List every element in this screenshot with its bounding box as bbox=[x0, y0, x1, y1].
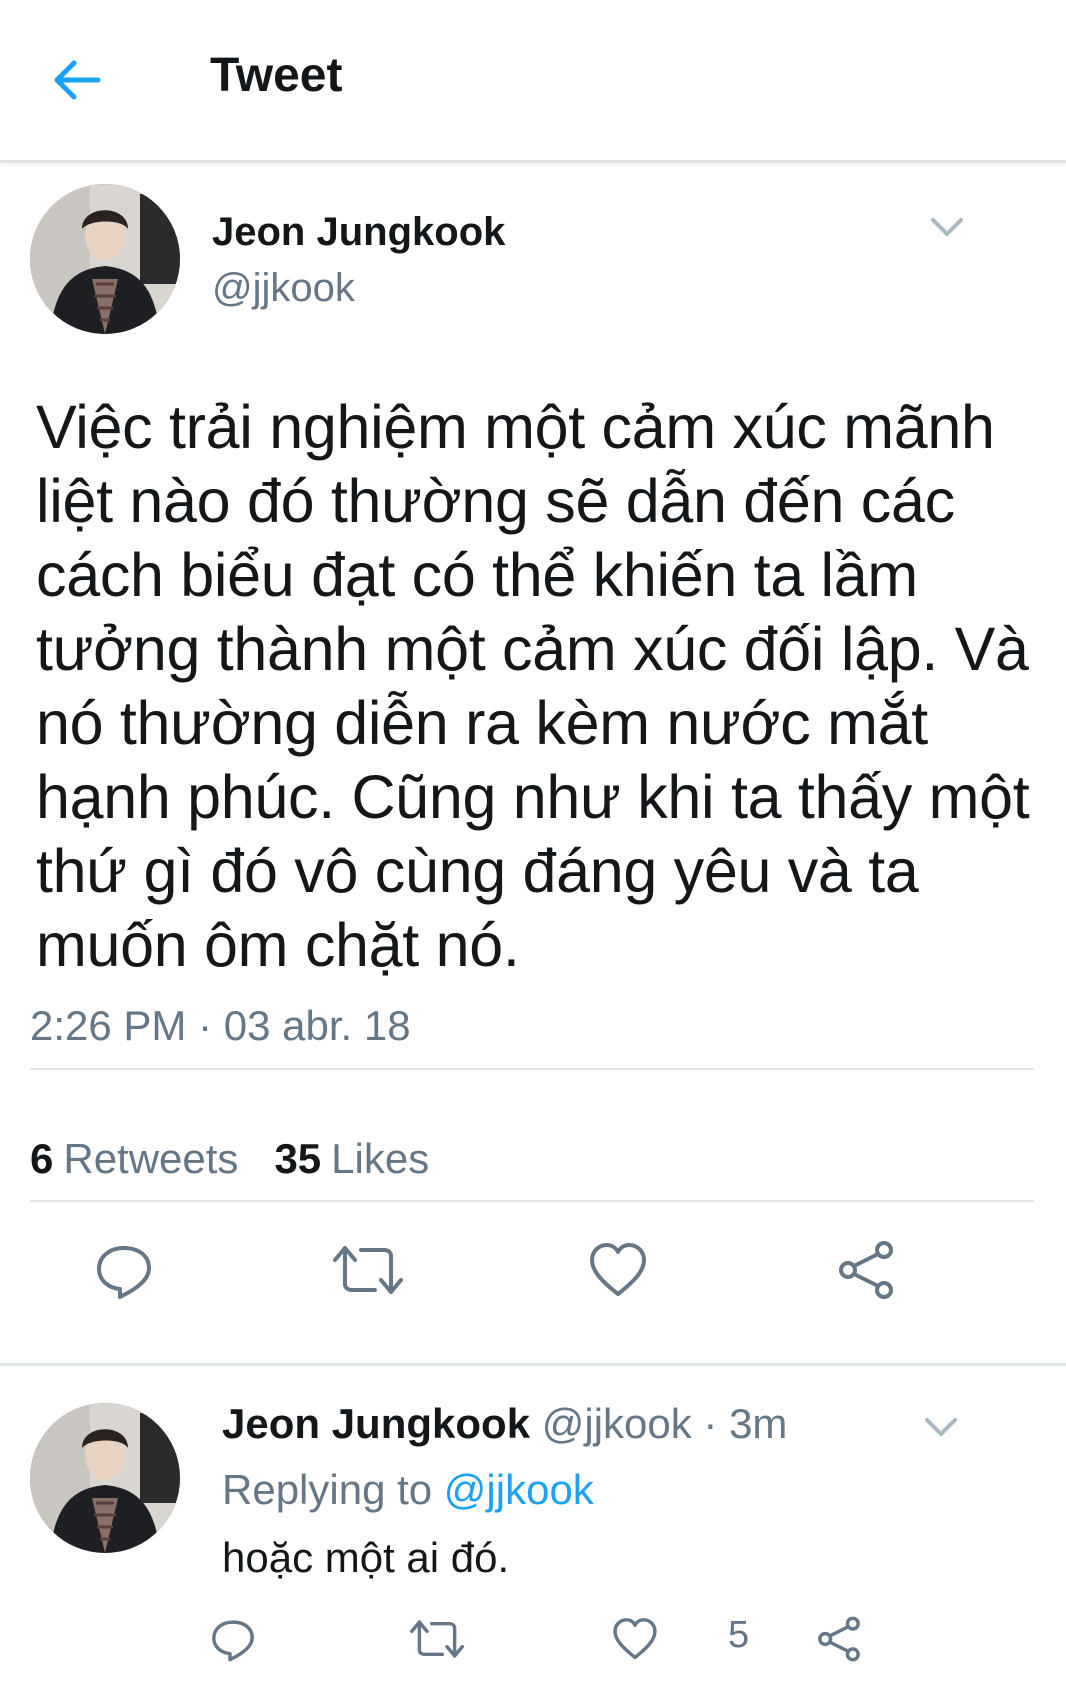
page-title: Tweet bbox=[210, 49, 343, 102]
back-button[interactable] bbox=[48, 50, 108, 110]
like-icon[interactable] bbox=[588, 1240, 648, 1300]
likes-label: Likes bbox=[331, 1135, 430, 1182]
reply-like-count: 5 bbox=[728, 1614, 750, 1656]
retweets-label: Retweets bbox=[63, 1135, 239, 1182]
divider bbox=[30, 1200, 1034, 1202]
reply-text: hoặc một ai đó. bbox=[222, 1534, 510, 1581]
reply-icon[interactable] bbox=[210, 1616, 256, 1662]
author-name[interactable]: Jeon Jungkook bbox=[212, 210, 505, 255]
retweets-stat[interactable]: 6 Retweets bbox=[30, 1135, 238, 1183]
tweet-text: Việc trải nghiệm một cảm xúc mãnh liệt n… bbox=[36, 393, 1030, 979]
replying-to-label: Replying to bbox=[222, 1466, 433, 1513]
reply-meta: @jjkook · 3m bbox=[541, 1400, 788, 1447]
divider bbox=[0, 1363, 1066, 1366]
replying-to: Replying to @jjkook bbox=[222, 1466, 594, 1514]
chevron-down-icon[interactable] bbox=[930, 216, 964, 238]
retweet-icon[interactable] bbox=[333, 1240, 403, 1300]
replying-to-mention[interactable]: @jjkook bbox=[444, 1466, 594, 1513]
likes-count: 35 bbox=[274, 1135, 322, 1182]
avatar[interactable] bbox=[30, 184, 180, 334]
chevron-down-icon[interactable] bbox=[924, 1416, 958, 1438]
tweet-timestamp[interactable]: 2:26 PM · 03 abr. 18 bbox=[30, 1002, 411, 1050]
engagement-stats: 6 Retweets 35 Likes bbox=[30, 1135, 429, 1183]
likes-stat[interactable]: 35 Likes bbox=[274, 1135, 429, 1183]
like-icon[interactable] bbox=[612, 1616, 658, 1662]
retweet-icon[interactable] bbox=[410, 1616, 464, 1662]
author-handle[interactable]: @jjkook bbox=[212, 266, 355, 311]
divider bbox=[30, 1068, 1034, 1070]
share-icon[interactable] bbox=[816, 1616, 862, 1662]
reply-author-name[interactable]: Jeon Jungkook bbox=[222, 1400, 530, 1447]
reply-icon[interactable] bbox=[94, 1240, 154, 1300]
reply-avatar[interactable] bbox=[30, 1403, 180, 1553]
arrow-left-icon bbox=[54, 60, 101, 100]
top-bar: Tweet bbox=[0, 0, 1066, 163]
share-icon[interactable] bbox=[836, 1240, 896, 1300]
retweets-count: 6 bbox=[30, 1135, 54, 1182]
reply-header: Jeon Jungkook @jjkook · 3m bbox=[222, 1400, 787, 1448]
